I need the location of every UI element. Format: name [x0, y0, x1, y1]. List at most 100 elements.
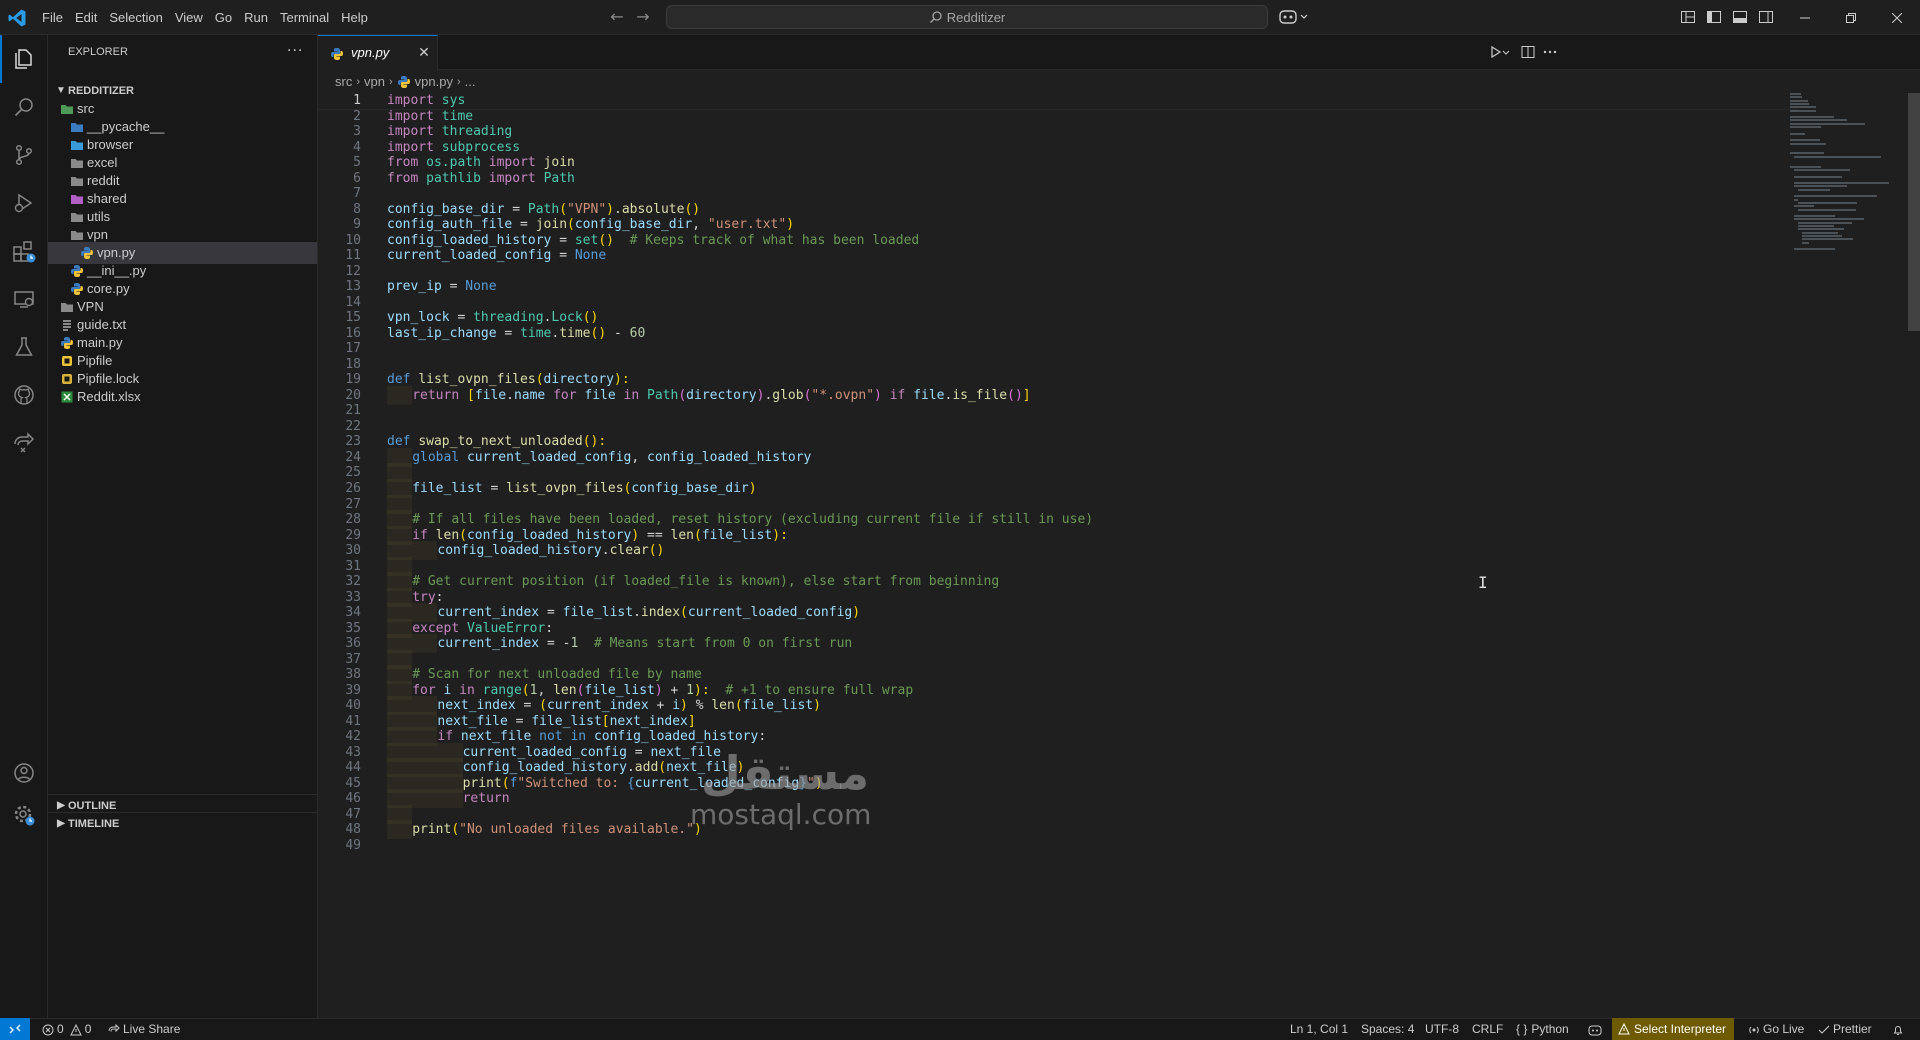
split-editor-icon[interactable] — [1520, 44, 1536, 60]
tree-item-label: Reddit.xlsx — [77, 389, 141, 404]
remote-explorer-icon[interactable] — [0, 275, 48, 323]
command-center[interactable]: Redditizer — [666, 5, 1268, 29]
cursor-position[interactable]: Ln 1, Col 1 — [1290, 1019, 1348, 1040]
watermark-latin: mostaql.com — [690, 798, 872, 831]
run-dropdown-chevron-icon[interactable] — [1502, 44, 1510, 60]
folder-icon — [61, 303, 73, 312]
minimap-line — [1790, 139, 1820, 142]
minimap-line — [1802, 241, 1809, 244]
excel-file-icon — [61, 391, 73, 403]
error-icon — [42, 1024, 54, 1035]
problems-indicator[interactable]: 0 0 — [42, 1019, 91, 1040]
source-control-icon[interactable] — [0, 131, 48, 179]
watermark-arabic: مستقل — [700, 746, 870, 800]
manage-icon[interactable] — [0, 791, 48, 839]
folder-icon — [71, 159, 83, 168]
code-editor[interactable]: 1 import sys 2 import time 3 import threading… — [318, 93, 1920, 1018]
minimap-line — [1802, 234, 1842, 237]
minimap-line — [1794, 175, 1843, 178]
menu-terminal[interactable]: Terminal — [274, 7, 335, 29]
copilot-icon[interactable] — [1278, 8, 1312, 26]
mouse-text-cursor-icon: I — [1478, 573, 1488, 592]
github-icon[interactable] — [0, 371, 48, 419]
minimap-line — [1790, 109, 1817, 112]
folder-icon — [71, 231, 83, 240]
minimap-line — [1794, 168, 1851, 171]
back-arrow-icon[interactable]: ← — [608, 8, 626, 26]
menu-edit[interactable]: Edit — [69, 7, 103, 29]
interpreter-label: Select Interpreter — [1634, 1022, 1727, 1036]
code-line[interactable]: 49 — [318, 836, 1798, 855]
run-debug-icon[interactable] — [0, 179, 48, 227]
toggle-secondary-sidebar-icon[interactable] — [1758, 9, 1774, 25]
accounts-icon[interactable] — [0, 749, 48, 797]
live-share-status[interactable]: Live Share — [108, 1019, 180, 1040]
minimap-line — [1790, 142, 1827, 145]
minimap-line — [1790, 96, 1803, 99]
toggle-primary-sidebar-icon[interactable] — [1706, 9, 1722, 25]
language-label: Python — [1531, 1022, 1569, 1036]
python-file-icon — [71, 283, 83, 295]
python-file-icon — [81, 247, 93, 259]
breadcrumb-item-file[interactable]: vpn.py — [415, 71, 453, 93]
more-actions-icon[interactable]: ··· — [287, 44, 303, 61]
scrollbar-thumb[interactable] — [1908, 93, 1920, 331]
folder-browser-icon — [71, 141, 83, 150]
menu-go[interactable]: Go — [209, 7, 238, 29]
remote-indicator-icon[interactable] — [0, 1018, 30, 1040]
editor-scrollbar[interactable] — [1906, 93, 1920, 1018]
chevron-right-icon: › — [456, 76, 461, 88]
pipfile-lock-icon — [62, 374, 72, 384]
minimap-line — [1802, 238, 1853, 241]
timeline-section-header[interactable]: ▶ TIMELINE — [48, 812, 317, 834]
minimize-icon[interactable] — [1782, 0, 1828, 35]
minimap-line — [1794, 205, 1814, 208]
minimap[interactable] — [1790, 93, 1900, 263]
title-bar: File Edit Selection View Go Run Terminal… — [0, 0, 1920, 35]
select-interpreter-button[interactable]: Select Interpreter — [1612, 1018, 1735, 1040]
breadcrumb-item-vpn[interactable]: vpn — [364, 71, 385, 93]
editor-more-actions-icon[interactable] — [1542, 44, 1558, 60]
close-tab-icon[interactable]: ✕ — [416, 45, 432, 61]
tab-label: vpn.py — [351, 45, 390, 60]
menu-run[interactable]: Run — [238, 7, 274, 29]
minimap-line — [1802, 231, 1839, 234]
menu-view[interactable]: View — [169, 7, 209, 29]
breadcrumb-item-src[interactable]: src — [335, 71, 352, 93]
search-icon[interactable] — [0, 83, 48, 131]
minimap-line — [1798, 228, 1845, 231]
chevron-right-icon: › — [356, 76, 361, 88]
notifications-bell-icon[interactable] — [1892, 1019, 1907, 1040]
live-share-icon[interactable] — [0, 419, 48, 467]
close-window-icon[interactable] — [1874, 0, 1920, 35]
forward-arrow-icon[interactable]: → — [634, 8, 652, 26]
breadcrumb: src › vpn › vpn.py › ... — [335, 71, 475, 93]
minimap-line — [1794, 248, 1835, 251]
minimap-line — [1798, 188, 1830, 191]
explorer-icon[interactable] — [0, 35, 48, 83]
customize-layout-icon[interactable] — [1680, 9, 1696, 25]
minimap-line — [1798, 208, 1857, 211]
language-mode[interactable]: { } Python — [1516, 1019, 1569, 1040]
encoding-status[interactable]: UTF-8 — [1425, 1019, 1459, 1040]
indentation-status[interactable]: Spaces: 4 — [1361, 1019, 1414, 1040]
editor-group: vpn.py ✕ src › vpn › vpn.py › ... 1 impor… — [318, 35, 1920, 1018]
extensions-icon[interactable] — [0, 227, 48, 275]
testing-icon[interactable] — [0, 323, 48, 371]
menu-help[interactable]: Help — [335, 7, 374, 29]
copilot-status-icon[interactable] — [1588, 1019, 1605, 1040]
eol-status[interactable]: CRLF — [1472, 1019, 1503, 1040]
prettier-status[interactable]: Prettier — [1818, 1019, 1872, 1040]
error-count: 0 — [57, 1022, 64, 1036]
breadcrumb-item-symbols[interactable]: ... — [465, 71, 476, 93]
tree-item-reddit-xlsx[interactable]: Reddit.xlsx — [48, 386, 317, 408]
tab-vpn-py[interactable]: vpn.py ✕ — [318, 35, 438, 70]
python-file-icon — [71, 265, 83, 277]
menu-file[interactable]: File — [36, 7, 69, 29]
tab-bar: vpn.py ✕ — [318, 35, 1920, 70]
go-live-button[interactable]: Go Live — [1748, 1019, 1804, 1040]
restore-icon[interactable] — [1828, 0, 1874, 35]
menu-selection[interactable]: Selection — [103, 7, 168, 29]
search-icon — [929, 11, 942, 23]
toggle-panel-icon[interactable] — [1732, 9, 1748, 25]
